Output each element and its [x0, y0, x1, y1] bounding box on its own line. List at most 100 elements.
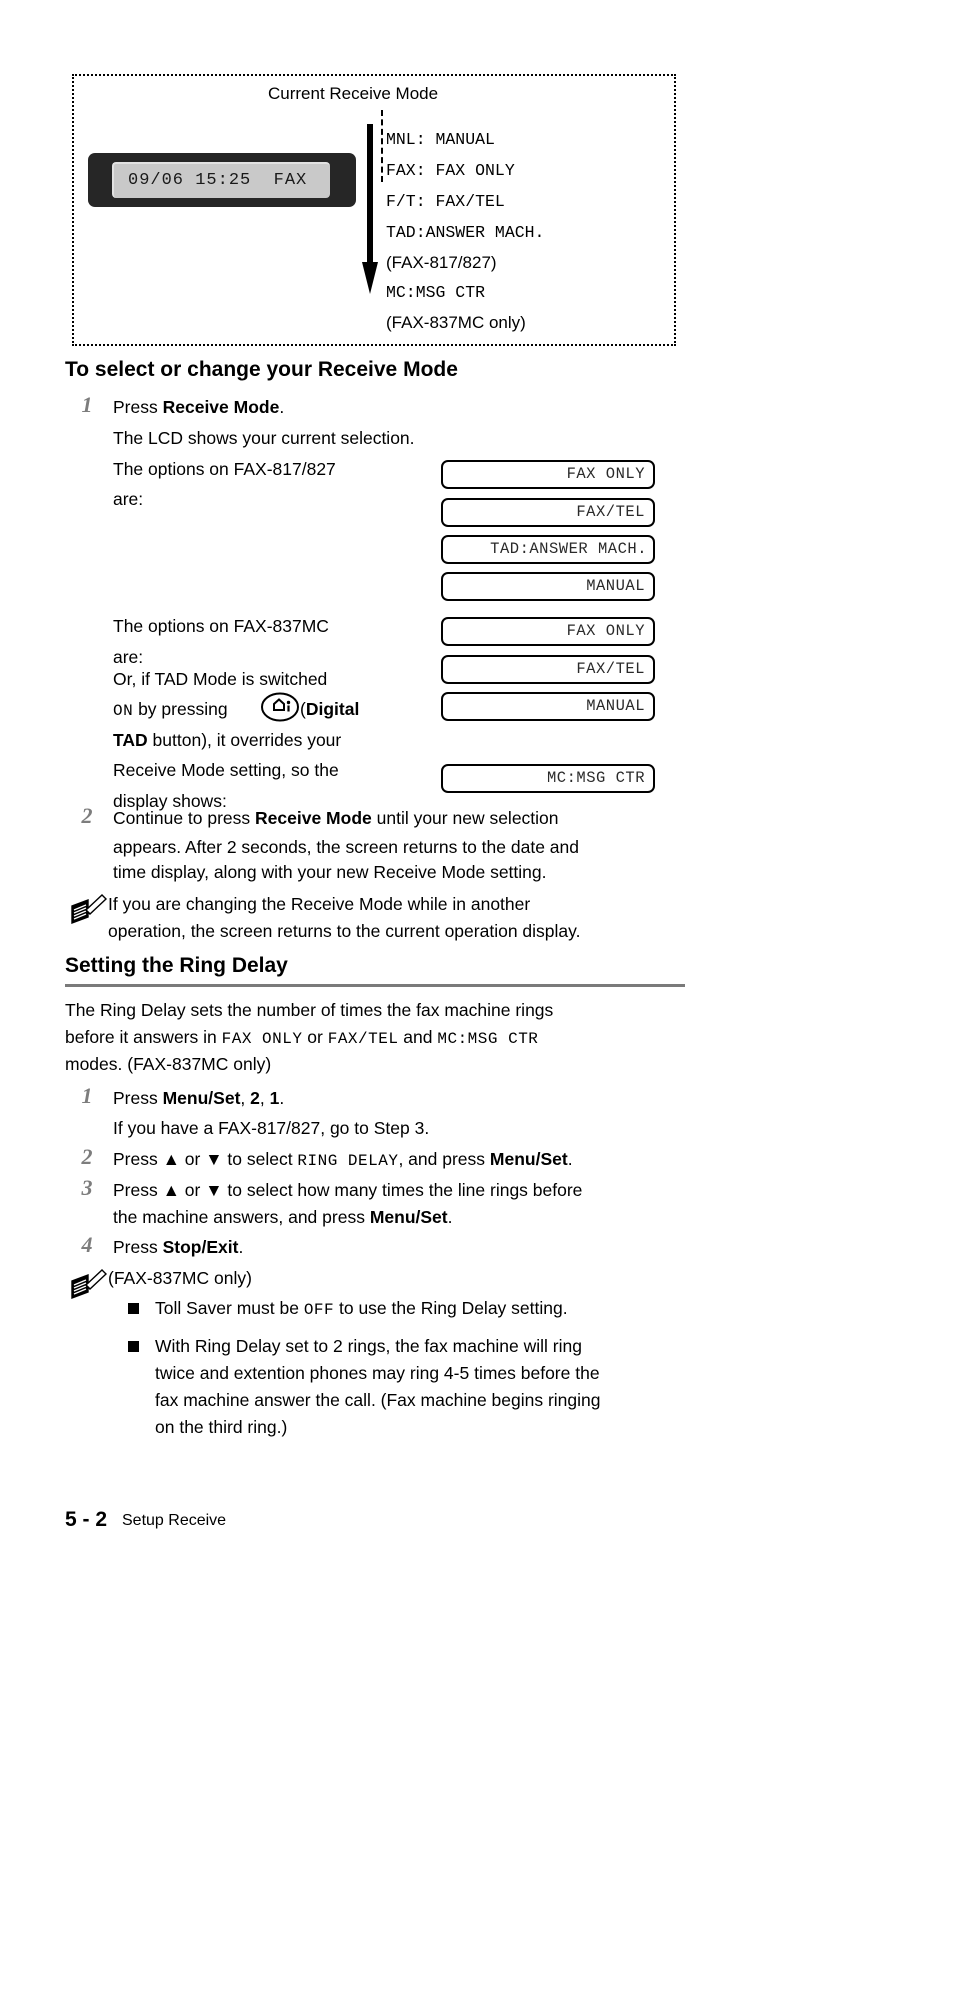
lcd-screen-text: 09/06 15:25 FAX — [128, 171, 308, 190]
rd-step-number-4: 4 — [81, 1232, 93, 1257]
intro2-b: or — [302, 1027, 328, 1047]
caption-leader-line — [381, 110, 383, 182]
rd-s2-bold: Menu/Set — [489, 1149, 568, 1169]
tad-on-value: ON — [113, 702, 134, 720]
tad-bold-tad: TAD — [113, 730, 148, 750]
rd-step-number-1: 1 — [81, 1083, 93, 1108]
step1-line2: The LCD shows your current selection. — [113, 428, 415, 448]
option-text: MANUAL — [586, 697, 645, 715]
rd-s4-post: . — [238, 1237, 244, 1257]
step1-line4a: The options on FAX-837MC — [113, 616, 329, 636]
step2-bold: Receive Mode — [255, 808, 372, 828]
tad-line3-rest: button), it overrides your — [147, 730, 342, 750]
option-text: MC:MSG CTR — [546, 769, 645, 787]
rd-s2-mono: RING DELAY — [297, 1152, 399, 1170]
mode-note-817: (FAX-817/827) — [386, 253, 497, 272]
tad-line2: ON by pressing — [113, 694, 228, 726]
diagram-caption: Current Receive Mode — [268, 84, 439, 103]
mode-item-mnl: MNL: MANUAL — [386, 130, 495, 149]
mode-note-837: (FAX-837MC only) — [386, 313, 526, 332]
note2-bullet2-line3: fax machine answer the call. (Fax machin… — [155, 1390, 601, 1410]
option-text: FAX/TEL — [576, 660, 645, 678]
receive-mode-list: MNL: MANUAL FAX: FAX ONLY F/T: FAX/TEL T… — [386, 124, 676, 337]
b1-mono-off: OFF — [303, 1301, 335, 1319]
rd-step1-sub: If you have a FAX-817/827, go to Step 3. — [113, 1118, 430, 1138]
step-number-1: 1 — [81, 392, 93, 417]
intro2-mono-mc-msg-ctr: MC:MSG CTR — [437, 1030, 539, 1048]
rd-s1-post: . — [279, 1088, 285, 1108]
bullet-square-1 — [128, 1303, 139, 1314]
rd-s4-pre: Press — [113, 1237, 163, 1257]
option-text: FAX ONLY — [566, 622, 645, 640]
mode-item-tad: TAD:ANSWER MACH. — [386, 223, 545, 242]
tad-bold-digital: Digital — [305, 699, 360, 719]
note2-bullet2-line2: twice and extention phones may ring 4-5 … — [155, 1363, 600, 1383]
step2-line1: Continue to press Receive Mode until you… — [113, 803, 559, 833]
rd-step3-line1: Press ▲ or ▼ to select how many times th… — [113, 1180, 583, 1200]
option-box-tad-answer-mach-817: TAD:ANSWER MACH. — [441, 535, 655, 564]
rd-s1-pre: Press — [113, 1088, 163, 1108]
tad-line3: TAD button), it overrides your — [113, 725, 341, 755]
rd-step3-line2: the machine answers, and press Menu/Set. — [113, 1202, 452, 1232]
option-box-fax-tel-837: FAX/TEL — [441, 655, 655, 684]
bullet-square-2 — [128, 1341, 139, 1352]
step2-post: until your new selection — [371, 808, 559, 828]
option-box-mc-msg-ctr: MC:MSG CTR — [441, 764, 655, 793]
note2-bullet2-line1: With Ring Delay set to 2 rings, the fax … — [155, 1336, 582, 1356]
b1-b: to use the Ring Delay setting. — [334, 1298, 568, 1318]
intro2-a: before it answers in — [65, 1027, 222, 1047]
tad-line2-tail: (Digital — [300, 694, 359, 724]
section-heading-ring-delay: Setting the Ring Delay — [65, 954, 685, 987]
down-arrow-icon — [362, 124, 378, 294]
step1-text-bold: Receive Mode — [162, 397, 280, 417]
note-pencil-icon-2 — [68, 1267, 108, 1301]
rd-s2-b: , and press — [398, 1149, 490, 1169]
ring-delay-intro-line1: The Ring Delay sets the number of times … — [65, 1000, 554, 1020]
note2-bullet2-line4: on the third ring.) — [155, 1417, 288, 1437]
option-box-manual-837: MANUAL — [441, 692, 655, 721]
tad-line2-mid: by pressing — [133, 699, 228, 719]
option-text: FAX ONLY — [566, 465, 645, 483]
note2-bullet1: Toll Saver must be OFF to use the Ring D… — [155, 1293, 568, 1325]
note-pencil-icon — [68, 892, 108, 926]
rd-step2-line: Press ▲ or ▼ to select RING DELAY, and p… — [113, 1144, 573, 1176]
tad-line4: Receive Mode setting, so the — [113, 760, 339, 780]
step1-line1: Press Receive Mode. — [113, 392, 284, 422]
digital-tad-button-icon — [260, 692, 300, 722]
mode-item-ft: F/T: FAX/TEL — [386, 192, 505, 211]
tad-line1: Or, if TAD Mode is switched — [113, 669, 328, 689]
rd-s2-a: Press ▲ or ▼ to select — [113, 1149, 298, 1169]
rd-s3-a: the machine answers, and press — [113, 1207, 370, 1227]
ring-delay-intro-line3: modes. (FAX-837MC only) — [65, 1054, 272, 1074]
rd-step-number-2: 2 — [81, 1144, 93, 1169]
rd-s1-bold3: 1 — [269, 1088, 280, 1108]
note1-line1: If you are changing the Receive Mode whi… — [108, 894, 531, 914]
manual-page: Current Receive Mode 09/06 15:25 FAX MNL… — [0, 0, 954, 2006]
rd-s1-mid: , — [240, 1088, 251, 1108]
footer-chapter-title: Setup Receive — [122, 1512, 227, 1529]
section-heading-receive-mode: To select or change your Receive Mode — [65, 358, 458, 381]
intro2-c: and — [398, 1027, 438, 1047]
step2-pre: Continue to press — [113, 808, 256, 828]
note1-line2: operation, the screen returns to the cur… — [108, 921, 581, 941]
step2-line3: time display, along with your new Receiv… — [113, 862, 547, 882]
intro2-mono-fax-tel: FAX/TEL — [327, 1030, 399, 1048]
option-text: FAX/TEL — [576, 503, 645, 521]
rd-s3-b: . — [447, 1207, 453, 1227]
rd-s3-bold: Menu/Set — [369, 1207, 448, 1227]
lcd-panel-graphic: 09/06 15:25 FAX — [88, 153, 356, 207]
mode-item-fax: FAX: FAX ONLY — [386, 161, 515, 180]
note2-header: (FAX-837MC only) — [108, 1268, 252, 1288]
step1-line3b: are: — [113, 489, 144, 509]
intro2-mono-fax-only: FAX ONLY — [221, 1030, 303, 1048]
step1-text-pre: Press — [113, 397, 163, 417]
lcd-screen: 09/06 15:25 FAX — [112, 162, 330, 198]
option-text: MANUAL — [586, 577, 645, 595]
rd-s2-c: . — [567, 1149, 573, 1169]
option-box-manual-817: MANUAL — [441, 572, 655, 601]
option-box-fax-only-837: FAX ONLY — [441, 617, 655, 646]
footer-page-number: 5 - 2 — [65, 1508, 108, 1531]
rd-s1-bold1: Menu/Set — [162, 1088, 241, 1108]
option-text: TAD:ANSWER MACH. — [490, 540, 647, 558]
option-box-fax-tel-817: FAX/TEL — [441, 498, 655, 527]
